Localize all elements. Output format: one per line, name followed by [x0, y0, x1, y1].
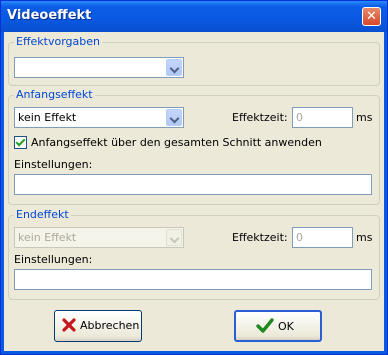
- title-bar[interactable]: Videoeffekt ✕: [1, 1, 387, 32]
- anfangseffekt-effektzeit-value: 0: [296, 111, 303, 124]
- anfangseffekt-group: Anfangseffekt kein Effekt Effektzeit: 0 …: [8, 88, 380, 205]
- endeffekt-legend: Endeffekt: [14, 208, 71, 221]
- ok-button-label: OK: [278, 320, 294, 333]
- effektvorgaben-group: Effektvorgaben: [8, 35, 380, 86]
- chevron-down-icon[interactable]: [166, 109, 182, 126]
- anfangseffekt-checkbox-label[interactable]: Anfangseffekt über den gesamten Schnitt …: [31, 136, 322, 149]
- endeffekt-unit: ms: [356, 231, 373, 244]
- anfangseffekt-checkbox[interactable]: [14, 136, 27, 149]
- close-icon: ✕: [366, 9, 377, 24]
- anfangseffekt-value: kein Effekt: [18, 111, 77, 124]
- anfangseffekt-legend: Anfangseffekt: [14, 88, 95, 101]
- chevron-down-icon[interactable]: [166, 229, 182, 246]
- anfangseffekt-einstellungen-input[interactable]: [14, 174, 372, 195]
- anfangseffekt-einstellungen-label: Einstellungen:: [14, 158, 93, 171]
- cancel-button[interactable]: Abbrechen: [54, 310, 142, 342]
- chevron-down-icon[interactable]: [166, 59, 182, 76]
- ok-button[interactable]: OK: [234, 310, 322, 342]
- endeffekt-value: kein Effekt: [18, 231, 77, 244]
- anfangseffekt-effektzeit-label: Effektzeit:: [232, 111, 288, 124]
- endeffekt-einstellungen-input[interactable]: [14, 269, 372, 290]
- effektvorgaben-legend: Effektvorgaben: [14, 35, 102, 48]
- endeffekt-einstellungen-label: Einstellungen:: [14, 253, 93, 266]
- endeffekt-effektzeit-input[interactable]: 0: [292, 227, 353, 248]
- dialog-window: Videoeffekt ✕ Effektvorgaben Anfangseffe…: [0, 0, 388, 355]
- window-title: Videoeffekt: [7, 8, 92, 23]
- cancel-button-label: Abbrechen: [80, 319, 140, 332]
- endeffekt-group: Endeffekt kein Effekt Effektzeit: 0 ms E…: [8, 208, 380, 300]
- dialog-body: Effektvorgaben Anfangseffekt kein Effekt…: [4, 32, 384, 351]
- green-check-icon: [256, 318, 274, 333]
- endeffekt-effektzeit-value: 0: [296, 231, 303, 244]
- effektvorgaben-select[interactable]: [14, 57, 184, 78]
- anfangseffekt-unit: ms: [356, 111, 373, 124]
- endeffekt-effektzeit-label: Effektzeit:: [232, 231, 288, 244]
- red-x-icon: [62, 318, 76, 332]
- close-button[interactable]: ✕: [362, 7, 381, 26]
- anfangseffekt-select[interactable]: kein Effekt: [14, 107, 184, 128]
- endeffekt-select[interactable]: kein Effekt: [14, 227, 184, 248]
- anfangseffekt-effektzeit-input[interactable]: 0: [292, 107, 353, 128]
